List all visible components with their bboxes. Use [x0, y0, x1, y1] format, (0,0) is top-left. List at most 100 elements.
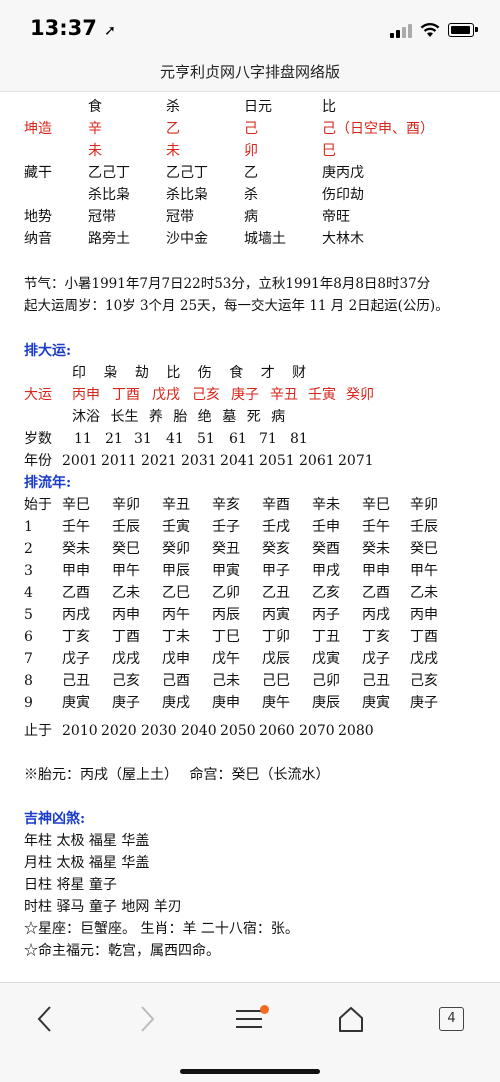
liunian-cell: 丙戌	[362, 607, 390, 623]
dayun-pillar-8: 癸卯	[346, 387, 374, 403]
liunian-cell: 戊申	[162, 651, 190, 667]
year-7: 2061	[299, 453, 335, 469]
wifi-icon	[420, 22, 440, 37]
end-6: 2060	[259, 723, 295, 739]
year-4: 2031	[181, 453, 217, 469]
liunian-cell: 壬子	[212, 519, 240, 535]
liunian-cell: 癸未	[362, 541, 390, 557]
end-4: 2040	[181, 723, 217, 739]
dayun-pillar-1: 丙申	[72, 387, 100, 403]
age-5: 51	[197, 431, 215, 447]
branch-year: 未	[88, 143, 102, 159]
liunian-cell: 壬午	[62, 519, 90, 535]
nayin-hour: 大林木	[322, 231, 364, 247]
dayun-gods-row: 印 枭 劫 比 伤 食 才 财	[72, 365, 307, 381]
liunian-cell: 己亥	[112, 673, 140, 689]
year-6: 2051	[259, 453, 295, 469]
start-cell: 辛卯	[410, 497, 438, 513]
battery-icon	[448, 23, 478, 37]
liunian-cell: 丁未	[162, 629, 190, 645]
liunian-cell: 戊戌	[112, 651, 140, 667]
bazi-content: 食 杀 日元 比 坤造 辛 乙 己 己（日空申、酉） 未 未 卯 巳 藏干 乙己…	[0, 92, 500, 982]
title-bar: 元亨利贞网八字排盘网络版	[0, 52, 500, 92]
chevron-right-icon	[141, 1006, 155, 1032]
liunian-cell: 丙申	[410, 607, 438, 623]
stem-month: 乙	[166, 121, 180, 137]
liunian-cell: 癸未	[62, 541, 90, 557]
liunian-cell: 壬申	[312, 519, 340, 535]
liunian-row-number: 8	[24, 673, 33, 689]
liunian-cell: 壬寅	[162, 519, 190, 535]
qiyun-text: 起大运周岁：10岁 3个月 25天，每一交大运年 11 月 2日起运(公历)。	[24, 298, 449, 314]
liunian-cell: 癸酉	[312, 541, 340, 557]
dayun-pillar-6: 辛丑	[270, 387, 298, 403]
nayin-year: 路旁土	[88, 231, 130, 247]
liunian-cell: 乙卯	[212, 585, 240, 601]
liunian-cell: 庚子	[410, 695, 438, 711]
mingzhu-line: ☆命主福元：乾宫，属西四命。	[24, 943, 220, 959]
end-1: 2010	[62, 723, 98, 739]
branch-month: 未	[166, 143, 180, 159]
end-7: 2070	[299, 723, 335, 739]
start-cell: 辛丑	[162, 497, 190, 513]
liunian-cell: 乙酉	[362, 585, 390, 601]
year-8: 2071	[338, 453, 374, 469]
tabs-button[interactable]: 4	[439, 1007, 464, 1031]
end-5: 2050	[220, 723, 256, 739]
start-cell: 辛亥	[212, 497, 240, 513]
home-button[interactable]	[326, 999, 376, 1039]
cang-day: 乙	[244, 165, 258, 181]
liunian-cell: 乙酉	[62, 585, 90, 601]
liunian-cell: 丁巳	[212, 629, 240, 645]
end-2: 2020	[101, 723, 137, 739]
branch-day: 卯	[244, 143, 258, 159]
liunian-cell: 甲申	[62, 563, 90, 579]
dayun-heading: 排大运:	[24, 343, 72, 359]
liunian-cell: 庚戌	[162, 695, 190, 711]
dayun-label: 大运	[24, 387, 52, 403]
dayun-states-row: 沐浴 长生 养 胎 绝 墓 死 病	[72, 409, 286, 425]
chevron-left-icon	[37, 1006, 51, 1032]
dayun-pillar-5: 庚子	[231, 387, 259, 403]
liunian-cell: 己亥	[410, 673, 438, 689]
age-3: 31	[134, 431, 152, 447]
start-label: 始于	[24, 497, 52, 513]
liunian-cell: 甲辰	[162, 563, 190, 579]
age-7: 71	[259, 431, 277, 447]
liunian-cell: 戊戌	[410, 651, 438, 667]
liunian-cell: 戊寅	[312, 651, 340, 667]
start-cell: 辛巳	[62, 497, 90, 513]
liunian-cell: 壬午	[362, 519, 390, 535]
nayin-day: 城墙土	[244, 231, 286, 247]
forward-button[interactable]	[122, 999, 172, 1039]
liunian-cell: 丙寅	[262, 607, 290, 623]
liunian-cell: 癸丑	[212, 541, 240, 557]
header-god-year: 食	[88, 99, 102, 115]
shensha-heading: 吉神凶煞:	[24, 811, 86, 827]
liunian-cell: 丁卯	[262, 629, 290, 645]
liunian-cell: 戊子	[362, 651, 390, 667]
back-button[interactable]	[20, 999, 70, 1039]
cang-year: 乙己丁	[88, 165, 130, 181]
nayin-month: 沙中金	[166, 231, 208, 247]
liunian-cell: 庚申	[212, 695, 240, 711]
liunian-row-number: 1	[24, 519, 33, 535]
nayin-label: 纳音	[24, 231, 52, 247]
cang-gods-day: 杀	[244, 187, 258, 203]
dishi-year: 冠带	[88, 209, 116, 225]
cellular-signal-icon	[390, 24, 412, 38]
liunian-cell: 甲子	[262, 563, 290, 579]
age-4: 41	[166, 431, 184, 447]
notification-dot	[260, 1005, 269, 1014]
liunian-cell: 癸巳	[410, 541, 438, 557]
liunian-cell: 丁酉	[112, 629, 140, 645]
liunian-cell: 癸巳	[112, 541, 140, 557]
dayun-pillar-7: 壬寅	[308, 387, 336, 403]
liunian-cell: 己酉	[162, 673, 190, 689]
start-cell: 辛未	[312, 497, 340, 513]
cang-hour: 庚丙戊	[322, 165, 364, 181]
age-8: 81	[290, 431, 308, 447]
liunian-cell: 壬辰	[112, 519, 140, 535]
liunian-row-number: 9	[24, 695, 33, 711]
start-cell: 辛巳	[362, 497, 390, 513]
